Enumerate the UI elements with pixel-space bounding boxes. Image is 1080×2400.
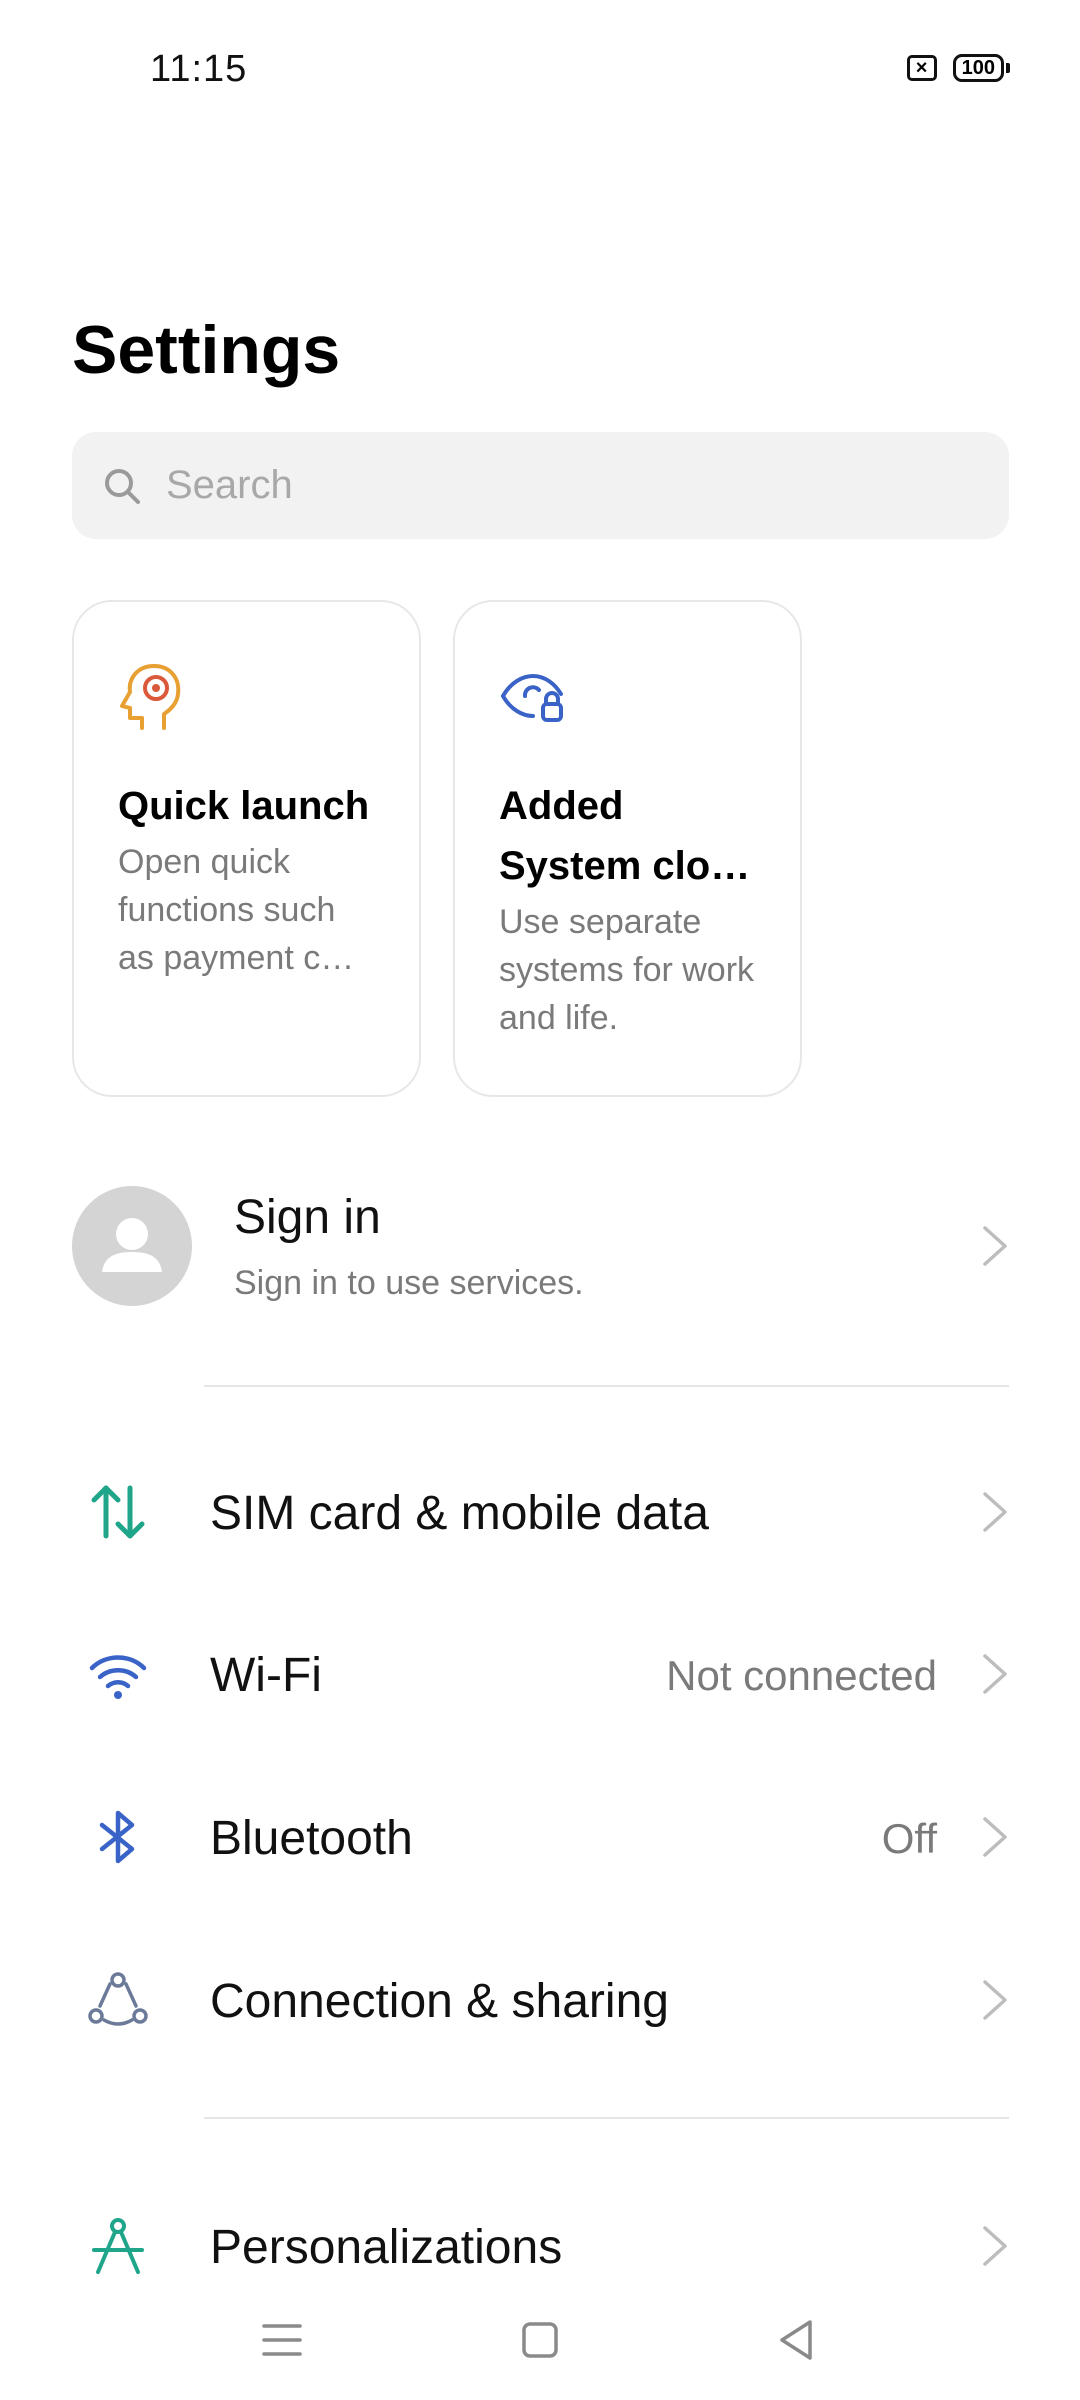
chevron-right-icon	[983, 1817, 1007, 1857]
card-title: Quick launch	[118, 784, 370, 828]
settings-item-label: Wi-Fi	[210, 1649, 322, 1702]
settings-item-label: Bluetooth	[210, 1812, 413, 1865]
chevron-right-icon	[983, 1226, 1007, 1266]
settings-item-personalizations[interactable]: Personalizations	[72, 2186, 1009, 2306]
sim-data-arrows-icon	[91, 1485, 145, 1539]
chevron-right-icon	[983, 2226, 1007, 2266]
page-title: Settings	[72, 312, 341, 388]
search-bar[interactable]	[72, 432, 1009, 539]
no-sim-icon: ×	[906, 55, 937, 81]
status-bar: 11:15 × 100	[0, 0, 1080, 140]
status-icons: × 100	[906, 54, 1010, 82]
settings-item-wifi[interactable]: Wi-Fi Not connected	[72, 1614, 1009, 1734]
battery-icon: 100	[952, 54, 1010, 82]
card-title: Added System clo…	[499, 784, 751, 888]
settings-item-sim[interactable]: SIM card & mobile data	[72, 1452, 1009, 1572]
settings-item-label: Personalizations	[210, 2221, 563, 2274]
settings-item-bluetooth[interactable]: Bluetooth Off	[72, 1777, 1009, 1897]
eye-lock-icon	[501, 673, 563, 722]
battery-level: 100	[952, 54, 1004, 82]
chevron-right-icon	[983, 1980, 1007, 2020]
connection-sharing-icon	[88, 1972, 148, 2026]
sign-in-subtitle: Sign in to use services.	[234, 1264, 584, 1302]
search-icon	[105, 468, 140, 504]
status-time: 11:15	[150, 48, 248, 90]
divider	[204, 1385, 1009, 1387]
personalization-compass-icon	[92, 2218, 144, 2274]
sign-in-row[interactable]: Sign in Sign in to use services.	[72, 1186, 1009, 1306]
divider	[204, 2117, 1009, 2119]
quick-launch-card[interactable]: Quick launch Open quick functions such a…	[72, 600, 421, 1097]
user-placeholder-icon	[102, 1218, 162, 1272]
navigation-bar	[0, 2290, 1080, 2400]
search-input[interactable]	[164, 462, 968, 509]
quick-launch-head-icon	[120, 664, 181, 730]
avatar	[72, 1186, 192, 1306]
settings-item-connection-sharing[interactable]: Connection & sharing	[72, 1940, 1009, 2060]
chevron-right-icon	[983, 1654, 1007, 1694]
back-icon[interactable]	[768, 2310, 828, 2370]
settings-item-value: Not connected	[666, 1652, 937, 1699]
card-description: Use separate systems for work and life.	[499, 903, 755, 1037]
sign-in-title: Sign in	[234, 1191, 381, 1244]
settings-item-label: Connection & sharing	[210, 1975, 669, 2028]
settings-item-value: Off	[881, 1815, 937, 1862]
card-description: Open quick functions such as payment c…	[118, 843, 355, 977]
home-icon[interactable]	[510, 2310, 570, 2370]
chevron-right-icon	[983, 1492, 1007, 1532]
settings-item-label: SIM card & mobile data	[210, 1487, 709, 1540]
wifi-icon	[89, 1655, 147, 1699]
system-clone-card[interactable]: Added System clo… Use separate systems f…	[453, 600, 802, 1097]
menu-icon[interactable]	[252, 2310, 312, 2370]
bluetooth-icon	[99, 1810, 135, 1864]
